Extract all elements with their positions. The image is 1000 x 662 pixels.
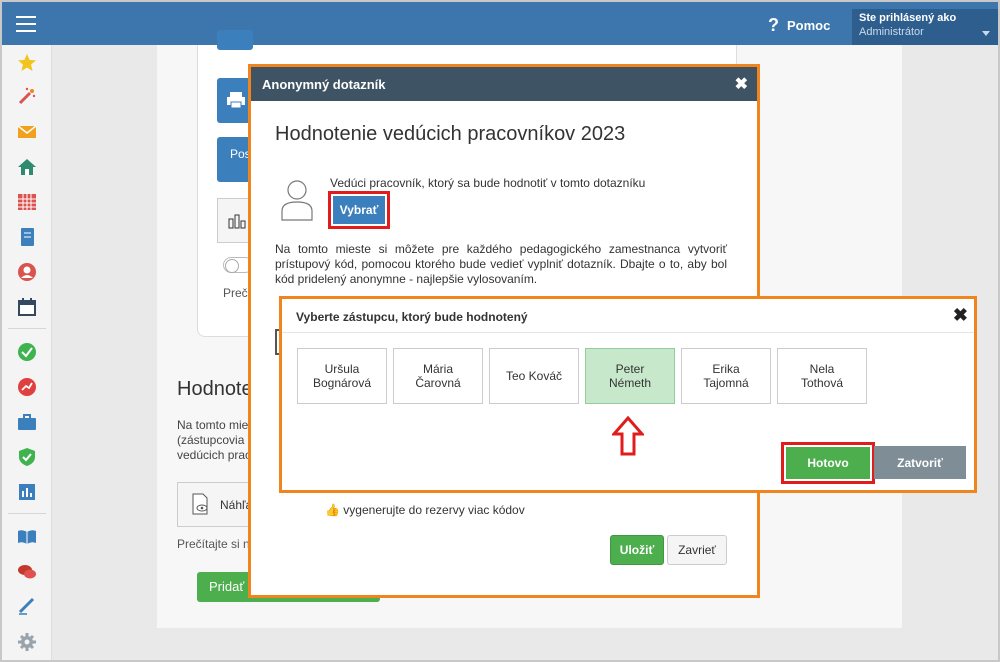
person-tile[interactable]: Uršula Bognárová <box>297 348 387 404</box>
sidebar-divider <box>8 513 46 514</box>
star-icon[interactable] <box>17 53 37 73</box>
done-button[interactable]: Hotovo <box>786 447 870 479</box>
sidebar <box>2 45 52 660</box>
caret-down-icon <box>982 31 990 36</box>
user-icon[interactable] <box>17 262 37 282</box>
close-button[interactable]: Zavrieť <box>667 535 727 565</box>
book-icon[interactable] <box>17 527 37 547</box>
questionnaire-title: Hodnotenie vedúcich pracovníkov 2023 <box>275 123 626 145</box>
dialog-header: Anonymný dotazník ✖ <box>251 67 757 101</box>
employee-label: Vedúci pracovník, ktorý sa bude hodnotiť… <box>330 176 646 190</box>
select-deputy-dialog: Vyberte zástupcu, ktorý bude hodnotený ✖… <box>279 296 977 493</box>
hamburger-menu-icon[interactable] <box>16 16 36 32</box>
close-icon[interactable]: ✖ <box>953 305 968 326</box>
save-button[interactable]: Uložiť <box>610 535 664 565</box>
document-eye-icon <box>192 493 208 515</box>
highlight-frame: Vybrať <box>328 191 390 229</box>
dialog-title: Vyberte zástupcu, ktorý bude hodnotený <box>296 310 528 324</box>
chat-icon[interactable] <box>17 562 37 582</box>
calendar-icon[interactable] <box>17 297 37 317</box>
person-tile[interactable]: Teo Kováč <box>489 348 579 404</box>
close-icon[interactable]: ✖ <box>735 74 748 94</box>
question-icon: ? <box>768 15 779 35</box>
gear-icon[interactable] <box>17 632 37 652</box>
person-tile[interactable]: Nela Tothová <box>777 348 867 404</box>
thumbs-up-icon: 👍 <box>325 503 340 517</box>
shield-check-icon[interactable] <box>17 447 37 467</box>
background-button[interactable] <box>217 30 253 50</box>
user-prefix: Ste prihlásený ako <box>859 12 957 24</box>
user-name: Administrátor <box>859 26 924 38</box>
instructions-paragraph: Na tomto mieste si môžete pre každého pe… <box>275 242 727 286</box>
check-circle-icon[interactable] <box>17 342 37 362</box>
generate-codes-label: vygenerujte do rezervy viac kódov <box>343 503 525 517</box>
envelope-icon[interactable] <box>17 122 37 142</box>
highlight-frame: Hotovo <box>781 442 875 484</box>
help-label: Pomoc <box>787 18 831 33</box>
background-text: Preč <box>223 286 248 300</box>
briefcase-icon[interactable] <box>17 412 37 432</box>
sidebar-divider <box>8 328 46 329</box>
printer-icon <box>227 92 245 109</box>
preview-box[interactable]: Náhľa <box>177 482 257 527</box>
person-tile[interactable]: Erika Tajomná <box>681 348 771 404</box>
generate-codes-text: 👍 vygenerujte do rezervy viac kódov <box>325 503 525 517</box>
user-dropdown[interactable]: Ste prihlásený ako Administrátor <box>852 9 998 45</box>
user-avatar-icon <box>281 180 313 221</box>
calendar-grid-icon[interactable] <box>17 192 37 212</box>
background-footer-text: Prečítajte si n <box>177 537 250 551</box>
dialog-title: Anonymný dotazník <box>262 77 386 92</box>
bar-chart-icon[interactable] <box>17 482 37 502</box>
magic-wand-icon[interactable] <box>17 86 37 106</box>
arrow-up-icon <box>612 416 644 456</box>
chart-circle-icon[interactable] <box>17 377 37 397</box>
notebook-icon[interactable] <box>17 227 37 247</box>
pen-icon[interactable] <box>17 595 37 615</box>
background-paragraph: Na tomto mie (zástupcovia vedúcich prac <box>177 418 252 462</box>
person-tile[interactable]: Mária Čarovná <box>393 348 483 404</box>
help-link[interactable]: ? Pomoc <box>768 15 830 36</box>
home-icon[interactable] <box>17 157 37 177</box>
close-button[interactable]: Zatvoriť <box>874 446 966 479</box>
bar-chart-icon <box>228 214 246 229</box>
top-navbar: ? Pomoc Ste prihlásený ako Administrátor <box>2 2 998 45</box>
background-heading: Hodnote <box>177 378 253 400</box>
select-employee-button[interactable]: Vybrať <box>333 196 385 224</box>
dialog-header: Vyberte zástupcu, ktorý bude hodnotený ✖ <box>282 299 974 333</box>
person-tile-selected[interactable]: Peter Németh <box>585 348 675 404</box>
